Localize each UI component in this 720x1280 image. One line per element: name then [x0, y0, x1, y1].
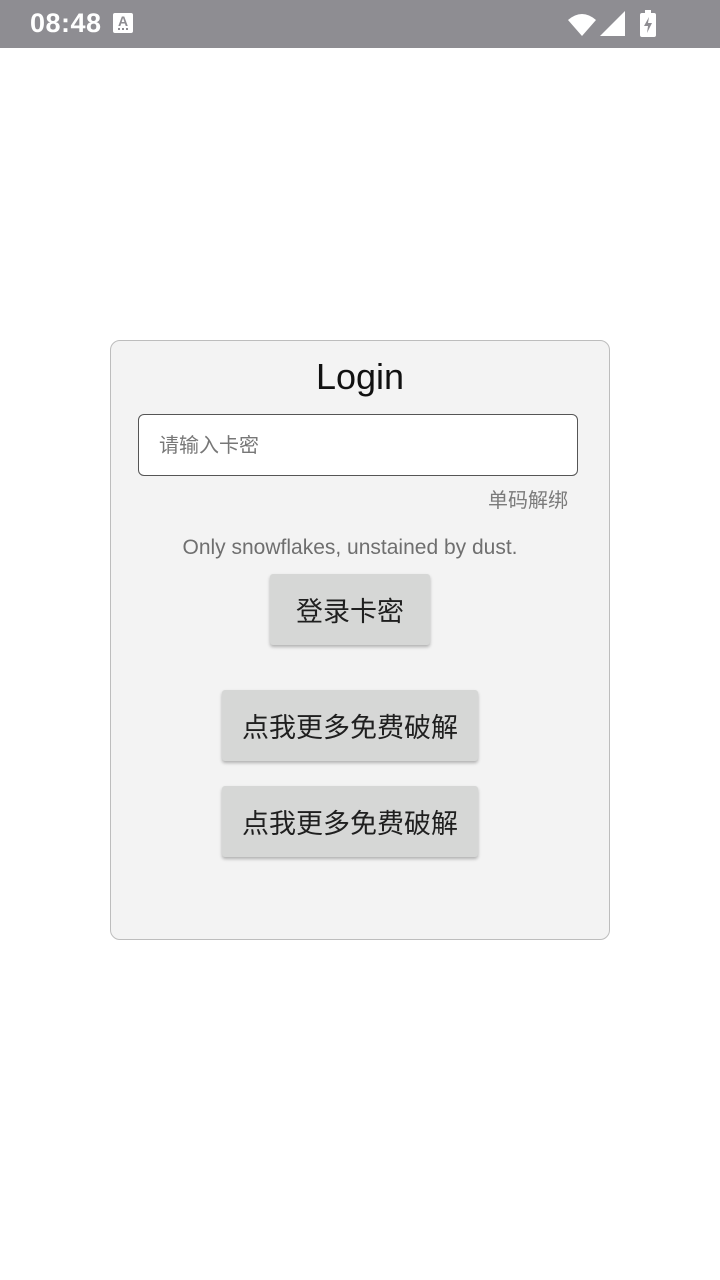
login-title: Login: [315, 356, 405, 397]
notification-a-icon: A: [113, 13, 133, 33]
wifi-icon: [568, 14, 596, 36]
status-icons: [568, 10, 656, 37]
battery-charging-icon: [640, 10, 656, 37]
status-bar: 08:48 A: [0, 0, 720, 48]
quote-text: Only snowflakes, unstained by dust.: [182, 536, 518, 559]
more-cracks-button-2[interactable]: 点我更多免费破解: [222, 786, 478, 857]
unbind-link[interactable]: 单码解绑: [488, 486, 568, 514]
status-time: 08:48: [30, 8, 102, 38]
login-card: Login 单码解绑 Only snowflakes, unstained by…: [110, 340, 610, 940]
more-cracks-button-1[interactable]: 点我更多免费破解: [222, 690, 478, 761]
login-button[interactable]: 登录卡密: [270, 574, 430, 645]
card-key-input[interactable]: [138, 414, 578, 476]
cellular-signal-icon: [600, 11, 625, 36]
